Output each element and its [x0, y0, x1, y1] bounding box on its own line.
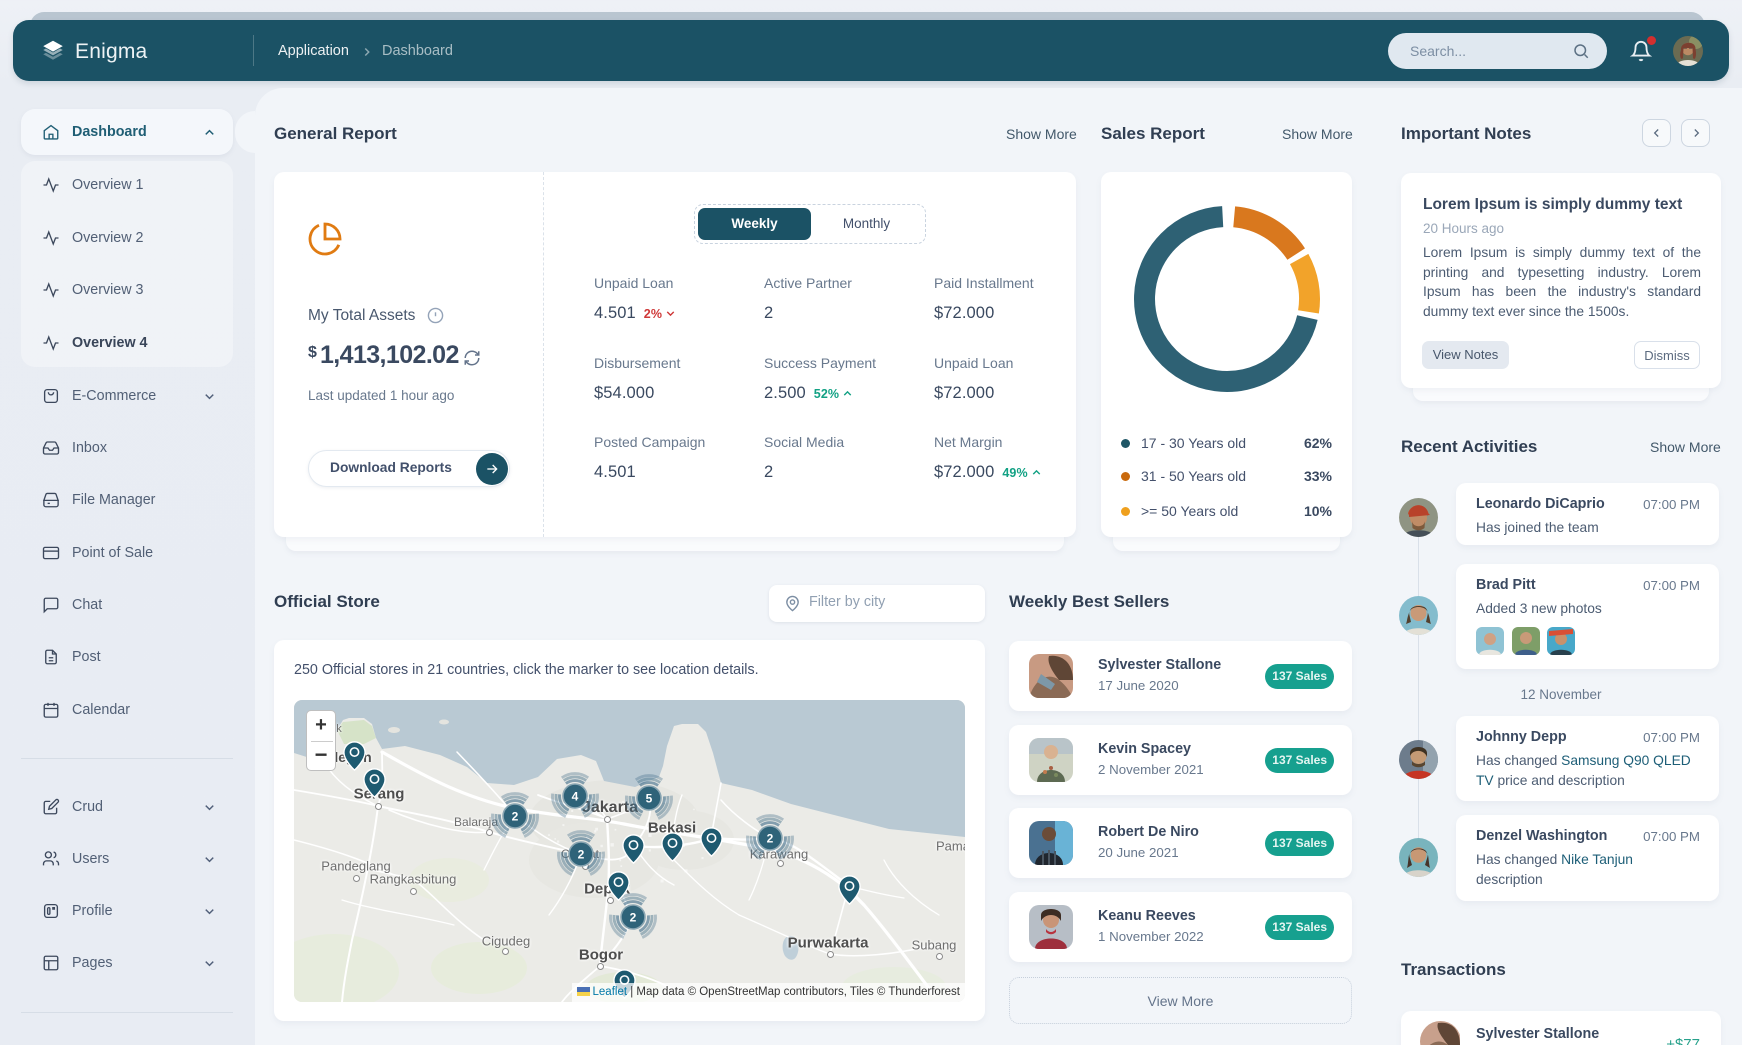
svg-text:2: 2 [630, 910, 637, 924]
svg-text:2: 2 [767, 831, 774, 845]
svg-text:4: 4 [572, 789, 579, 803]
svg-text:2: 2 [578, 847, 585, 861]
svg-text:2: 2 [512, 809, 519, 823]
svg-text:5: 5 [646, 791, 653, 805]
